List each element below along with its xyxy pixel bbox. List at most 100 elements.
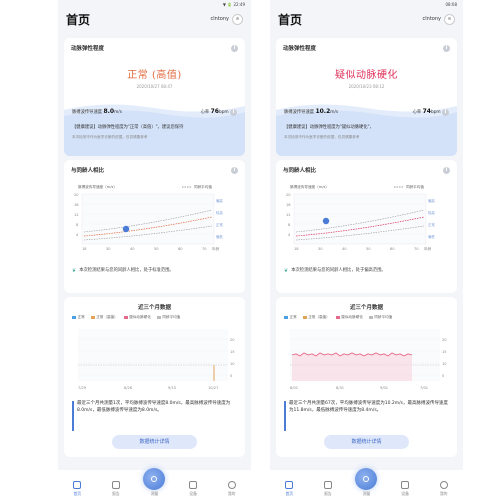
status-time: ▼ 🔋 22:49 [222,1,245,7]
pwv-metric: 脉搏波传导速度 8.0m/s [72,108,122,115]
phone-screen-right: 08:08 首页 clntony 动脉弹性程度 i 疑似动脉硬化 2020/10/… [270,0,463,500]
nav-report[interactable]: 报告 [315,481,341,497]
info-icon[interactable]: i [231,44,238,52]
pwv-value: 8.0 [103,108,115,115]
user-icon [439,481,448,489]
metrics-row: 脉搏波传导速度 10.2m/s 心率 74bpm i [284,108,449,116]
stats-detail-button[interactable]: 数据统计详情 [112,435,197,449]
recent-legend: 正常 正常（高值） 疑似动脉硬化 同龄平均值 [276,311,457,320]
measurement-timestamp: 2020/10/27 08:47 [136,84,173,89]
legend-item: 疑似动脉硬化 [123,315,151,320]
zone-label: 正常 [216,222,223,227]
ytick: 16 [286,203,291,207]
info-icon[interactable]: i [231,166,238,174]
report-icon [323,481,332,489]
zone-label: 较高 [428,210,435,215]
nav-me[interactable]: 我的 [219,481,245,497]
recent-legend: 正常 正常（高值） 疑似动脉硬化 同龄平均值 [64,311,245,320]
ytick: 16 [74,203,79,207]
elasticity-status: 正常 (高值) [127,70,182,81]
nav-device[interactable]: 设备 [392,481,418,497]
ytick: 4 [76,233,79,237]
info-icon[interactable]: i [443,44,450,52]
chart-ylabel: 脉搏波传导速度（m/s） [290,184,329,189]
legend-item: 同龄平均值 [156,315,180,320]
xtick: 60 [178,247,183,251]
avatar[interactable] [444,13,455,25]
metrics-row: 脉搏波传导速度 8.0m/s 心率 76bpm i [72,108,237,116]
zone-label: 正常 [428,222,435,227]
peer-heading: 与同龄人相比 [71,168,105,174]
peer-chart: 脉搏波传导速度（m/s） 同龄平均值 20 16 12 8 4 18 30 40… [74,184,223,251]
nav-device[interactable]: 设备 [180,481,206,497]
elasticity-card: 动脉弹性程度 i 正常 (高值) 2020/10/27 08:47 脉搏波传导速度… [64,38,245,156]
peer-comparison-card: 与同龄人相比 i 脉搏波传导速度（m/s） 同龄平均值 20 16 12 8 4 … [276,160,457,293]
page-title: 首页 [278,12,303,27]
legend-item: 疑似动脉硬化 [335,315,363,320]
username: clntony [210,16,229,22]
recent-series-area [292,353,412,381]
nav-measure[interactable]: 测量 [141,468,167,497]
bottom-nav: 首页 报告 测量 设备 我的 [58,468,251,500]
legend-item: 正常 [284,315,297,320]
info-icon[interactable]: i [230,109,237,116]
hr-value: 74 [422,108,431,115]
measurement-timestamp: 2020/10/23 08:12 [348,84,385,89]
avatar[interactable] [232,13,243,25]
legend-avg-label: 同龄平均值 [194,184,212,189]
xtick: 30 [106,247,111,251]
recent-data-card: 近三个月数据 正常 正常（高值） 疑似动脉硬化 同龄平均值 20 15 10 5… [276,297,457,457]
xtick: 70 [414,247,419,251]
user-point-marker [122,225,130,233]
info-icon[interactable]: i [442,109,449,116]
elasticity-heading: 动脉弹性程度 [283,46,317,52]
nav-home[interactable]: 首页 [64,481,90,497]
legend-item: 正常（高值） [302,315,330,320]
ytick: 12 [74,213,79,217]
ytick: 20 [74,193,79,197]
zone-label: 偏高 [428,198,435,203]
status-time: 08:08 [445,1,457,7]
recent-chart: 20 15 10 5 8/01 8/31 9/01 7/01 [290,329,447,390]
ytick: 20 [230,338,235,342]
date-label: 9/15 [168,386,176,390]
nav-measure[interactable]: 测量 [353,468,379,497]
report-icon [111,481,120,489]
nav-home[interactable]: 首页 [276,481,302,497]
elasticity-status: 疑似动脉硬化 [335,70,398,81]
peer-chart: 脉搏波传导速度（m/s） 同龄平均值 20 16 12 8 4 18 30 40… [286,184,435,251]
status-bar: 08:08 [270,0,463,8]
xtick: 30 [318,247,323,251]
recent-summary: 最近三个月共测量67次，平均脉搏波传导速度为10.2m/s，最高脉搏波传导速度为… [284,400,449,431]
peer-result: ❦ 本次检测结果与您的同龄人相比，处于偏高范围。 [284,268,386,274]
chart-ylabel: 脉搏波传导速度（m/s） [78,184,117,189]
date-label: 8/26 [124,386,133,390]
xtick: 50 [154,247,159,251]
heart-rate-metric: 心率 76bpm i [201,108,237,116]
leaf-icon: ❦ [72,268,77,274]
health-advice[interactable]: 【健康建议】动脉弹性程度为"疑似动脉硬化"， [284,124,449,130]
disclaimer-note: 本次检测不作为医学诊断的依据，仅供健康参考 [72,135,148,139]
phone-screen-left: ▼ 🔋 22:49 首页 clntony 动脉弹性程度 i 正常 (高值) 202… [58,0,251,500]
ytick: 8 [288,223,291,227]
plot-area [293,193,427,245]
info-icon[interactable]: i [443,166,450,174]
recent-data-card: 近三个月数据 正常 正常（高值） 疑似动脉硬化 同龄平均值 20 15 10 5… [64,297,245,457]
date-label: 8/31 [336,386,344,390]
home-icon [73,481,82,489]
nav-me[interactable]: 我的 [431,481,457,497]
ytick: 8 [76,223,79,227]
health-advice[interactable]: 【健康建议】动脉弹性程度为"正常（高值）"，建议您保持 [72,124,237,130]
date-label: 7/01 [420,386,428,390]
user-profile[interactable]: clntony [423,13,455,25]
user-profile[interactable]: clntony [210,13,243,25]
pwv-value: 10.2 [315,108,331,115]
ytick: 10 [442,362,447,366]
xtick: 70 [202,247,207,251]
nav-report[interactable]: 报告 [103,481,129,497]
xtick: 18 [294,247,299,251]
home-icon [285,481,294,489]
status-bar: ▼ 🔋 22:49 [58,0,251,8]
stats-detail-button[interactable]: 数据统计详情 [324,435,409,449]
ytick: 20 [442,338,447,342]
